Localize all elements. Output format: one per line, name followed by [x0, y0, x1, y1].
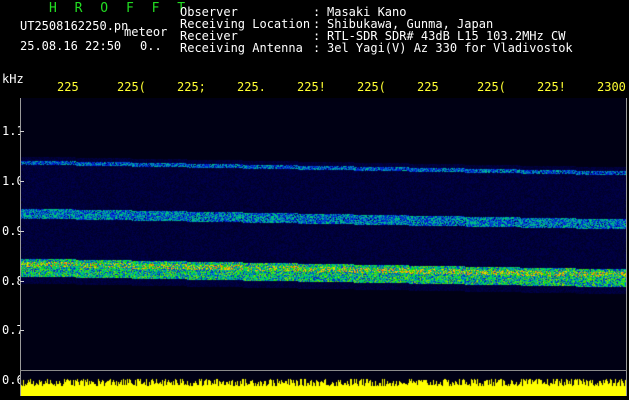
y-tick-mark — [20, 131, 24, 132]
x-tick-label: 225( — [357, 80, 386, 94]
x-tick-label: 225! — [537, 80, 566, 94]
x-tick-label: 225( — [477, 80, 506, 94]
x-tick-label: 225; — [177, 80, 206, 94]
unit-label: kHz — [2, 72, 24, 86]
baseline-line — [20, 370, 627, 371]
x-tick-label: 225( — [117, 80, 146, 94]
field-sep: : — [313, 41, 321, 55]
title-hrofft: H R O F F T — [49, 1, 191, 16]
y-tick-mark — [20, 181, 24, 182]
field-label: Receiving Antenna — [180, 41, 303, 55]
y-tick-mark — [20, 330, 24, 331]
x-tick-label: 225 — [57, 80, 79, 94]
count-label: 0.. — [140, 39, 162, 53]
x-tick-label: 225. — [237, 80, 266, 94]
y-tick-mark — [20, 281, 24, 282]
x-tick-label: 225 — [417, 80, 439, 94]
field-value: 3el Yagi(V) Az 330 for Vladivostok — [327, 41, 573, 55]
y-tick-mark — [20, 231, 24, 232]
meteor-label: meteor — [124, 25, 168, 39]
x-tick-label: 2300 — [597, 80, 626, 94]
plot-frame — [20, 98, 627, 396]
x-tick-label: 225! — [297, 80, 326, 94]
filename-label: UT2508162250.pn — [20, 19, 129, 33]
datetime-label: 25.08.16 22:50 — [20, 39, 122, 53]
